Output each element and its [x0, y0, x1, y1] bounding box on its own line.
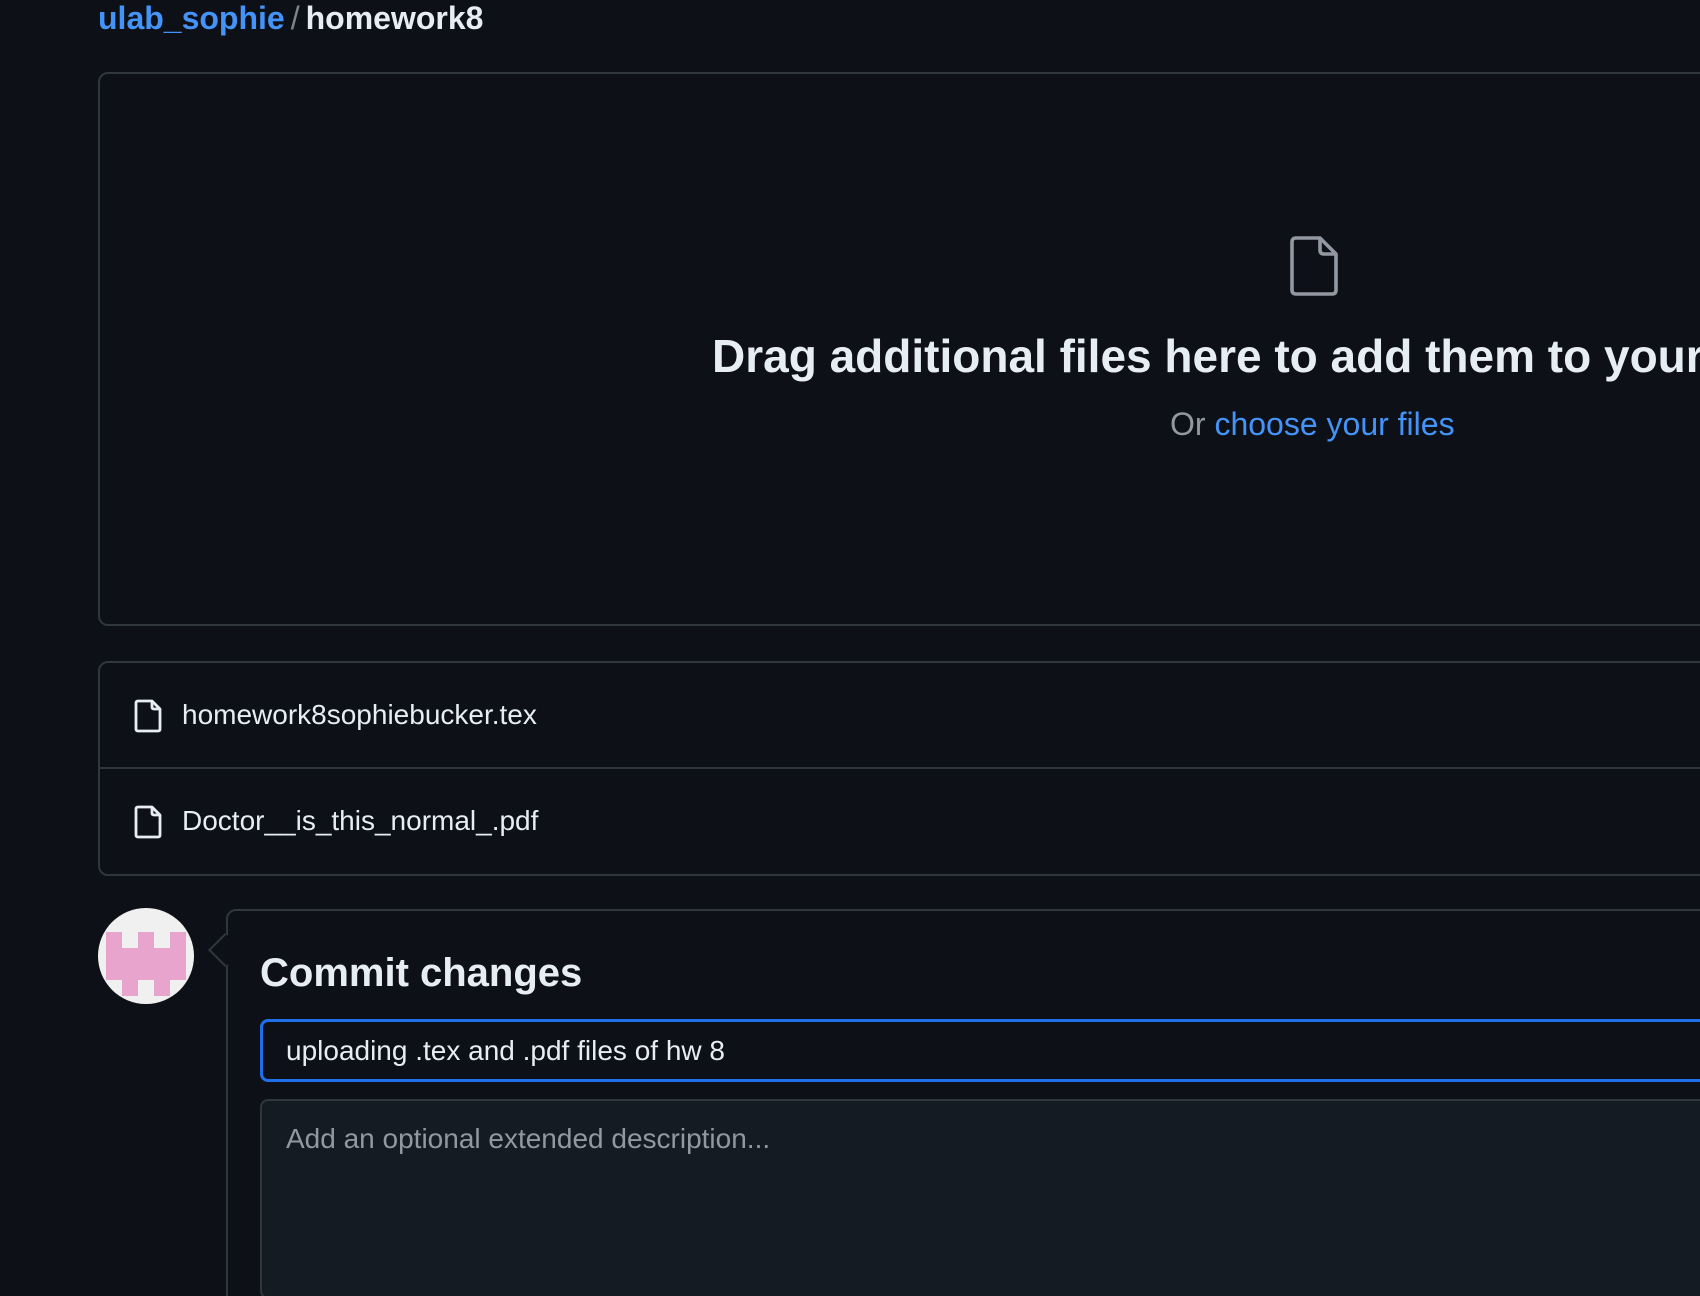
avatar-pixel	[106, 948, 186, 964]
avatar[interactable]	[98, 908, 194, 1004]
avatar-pixel	[122, 980, 138, 996]
file-name: homework8sophiebucker.tex	[182, 699, 537, 730]
avatar-pixel	[106, 964, 122, 980]
breadcrumb-separator: /	[290, 0, 300, 36]
uploaded-file-list: homework8sophiebucker.tex Doctor__is_thi…	[98, 661, 1700, 876]
dropzone-subtitle: Or choose your files	[1170, 404, 1455, 444]
breadcrumb: ulab_sophie / homework8	[98, 0, 483, 36]
file-name: Doctor__is_this_normal_.pdf	[182, 805, 539, 836]
commit-changes-heading: Commit changes	[260, 951, 583, 995]
avatar-pixel	[138, 932, 154, 948]
avatar-pixel	[170, 932, 186, 948]
breadcrumb-repo-name[interactable]: homework8	[306, 0, 484, 36]
upload-files-page: ulab_sophie / homework8 Drag additional fi…	[0, 0, 1700, 1296]
commit-summary-input[interactable]	[260, 1019, 1700, 1082]
file-icon	[134, 805, 162, 839]
choose-files-link[interactable]: choose your files	[1214, 406, 1454, 442]
avatar-pixel	[106, 932, 122, 948]
file-icon	[1290, 236, 1338, 296]
file-icon	[134, 699, 162, 733]
dropzone-or-text: Or	[1170, 406, 1206, 442]
avatar-pixel	[170, 964, 186, 980]
list-item: homework8sophiebucker.tex	[100, 663, 1700, 769]
breadcrumb-owner-link[interactable]: ulab_sophie	[98, 0, 285, 36]
dropzone-title: Drag additional files here to add them t…	[712, 330, 1700, 382]
avatar-pixel	[122, 964, 170, 980]
avatar-pixel	[154, 980, 170, 996]
commit-description-textarea[interactable]	[260, 1099, 1700, 1296]
list-item: Doctor__is_this_normal_.pdf	[100, 769, 1700, 875]
